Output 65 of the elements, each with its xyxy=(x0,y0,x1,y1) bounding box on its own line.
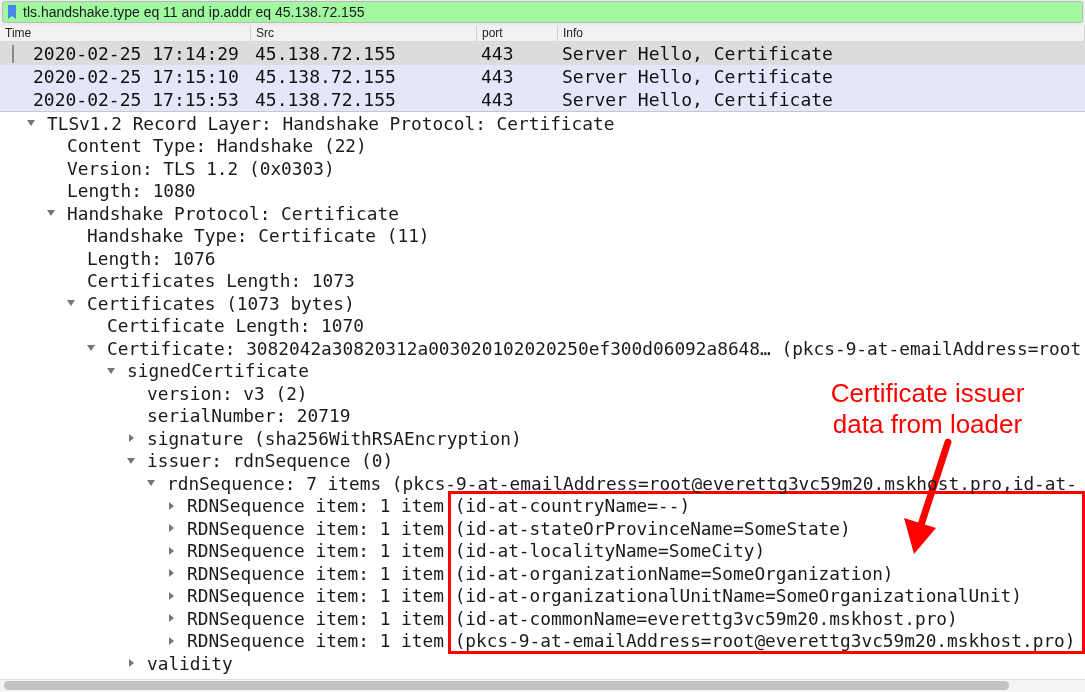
expand-triangle-icon[interactable] xyxy=(129,434,134,443)
tree-item[interactable]: TLSv1.2 Record Layer: Handshake Protocol: Certificate xyxy=(47,112,615,134)
tree-item[interactable]: Certificates (1073 bytes) xyxy=(87,292,355,314)
column-header[interactable]: Src xyxy=(251,26,477,41)
tree-item[interactable]: serialNumber: 20719 xyxy=(147,405,351,427)
tree-item[interactable]: Content Type: Handshake (22) xyxy=(67,135,367,157)
bookmark-icon[interactable] xyxy=(7,4,17,20)
collapse-triangle-icon[interactable] xyxy=(87,345,95,352)
packet-row[interactable]: 2020-02-25 17:14:29 45.138.72.155 443 Server Hello, Certificate xyxy=(0,42,1085,65)
tree-item[interactable]: RDNSequence item: 1 item (id-at-organizationName=SomeOrganization) xyxy=(187,562,894,584)
expand-triangle-icon[interactable] xyxy=(169,546,174,555)
expand-triangle-icon[interactable] xyxy=(169,501,174,510)
tree-item[interactable]: Certificate: 3082042a30820312a003020102020250ef300d06092a8648… (pkcs-9-at-emailAddress=root xyxy=(107,337,1082,359)
expand-triangle-icon[interactable] xyxy=(129,659,134,668)
table-cell: 45.138.72.155 xyxy=(255,66,396,87)
column-header[interactable]: port xyxy=(477,26,558,41)
table-cell: Server Hello, Certificate xyxy=(562,66,833,87)
packet-row[interactable]: 2020-02-25 17:15:53 45.138.72.155 443 Server Hello, Certificate xyxy=(0,88,1085,111)
row-marker-icon xyxy=(12,45,14,63)
table-cell: 45.138.72.155 xyxy=(255,43,396,64)
collapse-triangle-icon[interactable] xyxy=(47,210,55,217)
tree-item[interactable]: signedCertificate xyxy=(127,360,309,382)
tree-item[interactable]: Version: TLS 1.2 (0x0303) xyxy=(67,157,335,179)
table-cell: 443 xyxy=(481,43,514,64)
packet-row[interactable]: 2020-02-25 17:15:10 45.138.72.155 443 Server Hello, Certificate xyxy=(0,65,1085,88)
table-cell: 45.138.72.155 xyxy=(255,89,396,110)
table-cell: Server Hello, Certificate xyxy=(562,89,833,110)
tree-item[interactable]: RDNSequence item: 1 item (id-at-organizationalUnitName=SomeOrganizationalUnit) xyxy=(187,585,1022,607)
tree-item[interactable]: validity xyxy=(147,652,233,674)
tree-item[interactable]: issuer: rdnSequence (0) xyxy=(147,450,394,472)
collapse-triangle-icon[interactable] xyxy=(147,480,155,487)
tree-item[interactable]: Certificates Length: 1073 xyxy=(87,270,355,292)
collapse-triangle-icon[interactable] xyxy=(27,120,35,127)
horizontal-scrollbar[interactable] xyxy=(0,679,1085,692)
expand-triangle-icon[interactable] xyxy=(169,591,174,600)
collapse-triangle-icon[interactable] xyxy=(67,300,75,307)
scrollbar-thumb[interactable] xyxy=(4,681,1009,690)
tree-item[interactable]: Certificate Length: 1070 xyxy=(107,315,364,337)
expand-triangle-icon[interactable] xyxy=(169,524,174,533)
tree-item[interactable]: RDNSequence item: 1 item (pkcs-9-at-emailAddress=root@everettg3vc59m20.mskhost.pro) xyxy=(187,630,1076,652)
column-header[interactable]: Info xyxy=(558,26,1085,41)
tree-item[interactable]: RDNSequence item: 1 item (id-at-commonName=everettg3vc59m20.mskhost.pro) xyxy=(187,607,958,629)
table-cell: 2020-02-25 17:15:10 xyxy=(33,66,239,87)
tree-item[interactable]: Length: 1076 xyxy=(87,247,216,269)
tree-item[interactable]: RDNSequence item: 1 item (id-at-stateOrProvinceName=SomeState) xyxy=(187,517,851,539)
tree-item[interactable]: version: v3 (2) xyxy=(147,382,308,404)
annotation-text: Certificate issuer data from loader xyxy=(829,378,1026,440)
table-cell: 2020-02-25 17:14:29 xyxy=(33,43,239,64)
tree-item[interactable]: Length: 1080 xyxy=(67,180,196,202)
table-cell: 443 xyxy=(481,89,514,110)
expand-triangle-icon[interactable] xyxy=(169,569,174,578)
table-cell: Server Hello, Certificate xyxy=(562,43,833,64)
display-filter-field[interactable]: tls.handshake.type eq 11 and ip.addr eq 45.138.72.155 xyxy=(2,1,1083,23)
tree-item[interactable]: RDNSequence item: 1 item (id-at-localityName=SomeCity) xyxy=(187,540,766,562)
table-cell: 443 xyxy=(481,66,514,87)
tree-item[interactable]: RDNSequence item: 1 item (id-at-countryName=--) xyxy=(187,495,691,517)
expand-triangle-icon[interactable] xyxy=(169,636,174,645)
tree-item[interactable]: signature (sha256WithRSAEncryption) xyxy=(147,427,522,449)
tree-item[interactable]: Handshake Type: Certificate (11) xyxy=(87,225,430,247)
collapse-triangle-icon[interactable] xyxy=(107,367,115,374)
tree-item[interactable]: Handshake Protocol: Certificate xyxy=(67,202,399,224)
column-header[interactable]: Time xyxy=(0,26,251,41)
expand-triangle-icon[interactable] xyxy=(169,614,174,623)
collapse-triangle-icon[interactable] xyxy=(127,457,135,464)
table-cell: 2020-02-25 17:15:53 xyxy=(33,89,239,110)
